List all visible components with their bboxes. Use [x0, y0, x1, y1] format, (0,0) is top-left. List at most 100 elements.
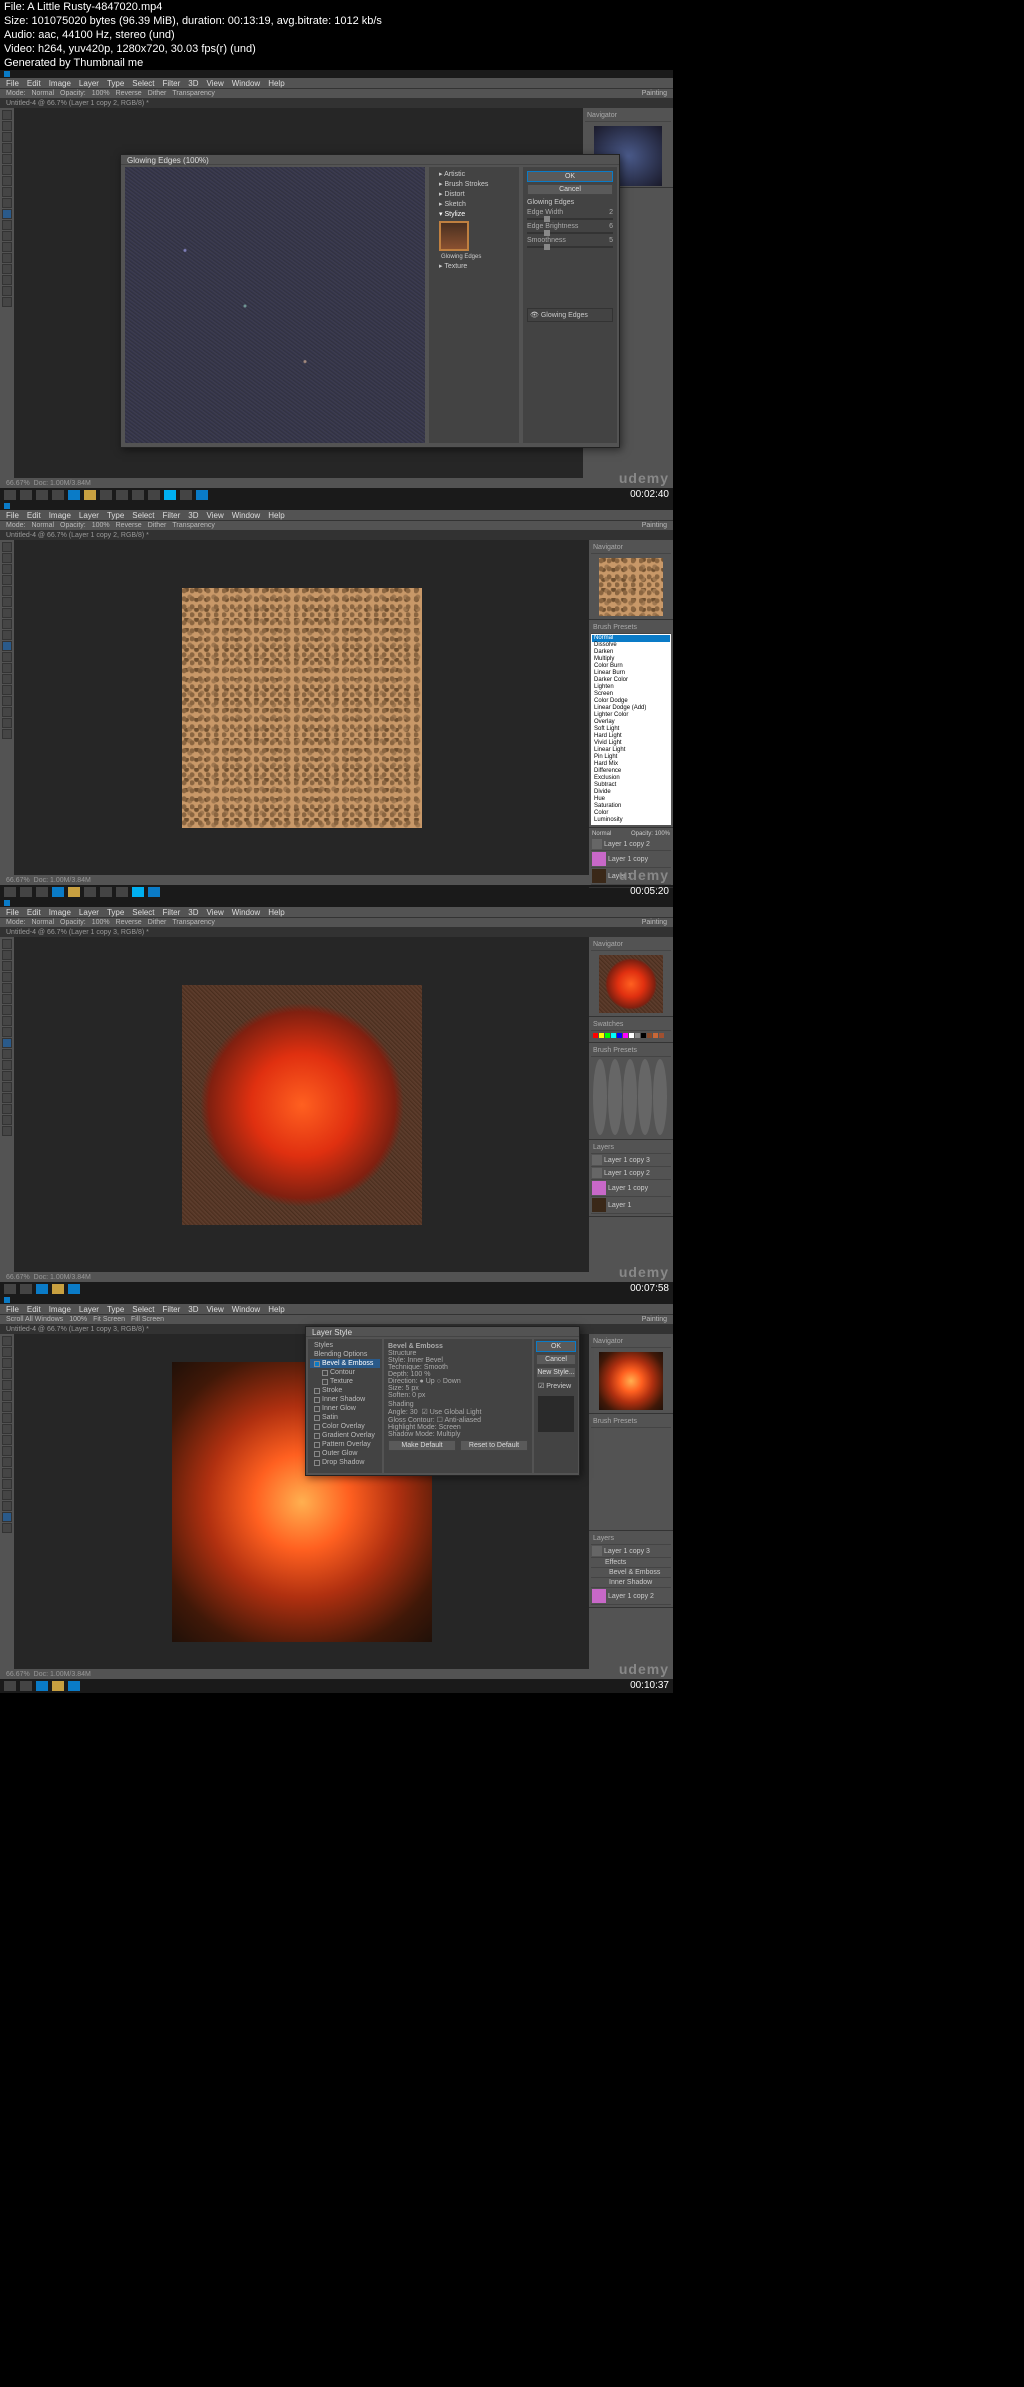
menu-view[interactable]: View — [207, 511, 224, 520]
blending-options[interactable]: Blending Options — [310, 1350, 380, 1359]
swatches-grid[interactable] — [591, 1031, 671, 1040]
blur-tool[interactable] — [2, 220, 12, 230]
inner-glow-item[interactable]: Inner Glow — [310, 1404, 380, 1413]
menubar[interactable]: FileEditImageLayerTypeSelectFilter3DView… — [0, 907, 673, 917]
blend-difference[interactable]: Difference — [592, 768, 670, 775]
explorer-icon[interactable] — [52, 1284, 64, 1294]
blend-multiply[interactable]: Multiply — [592, 656, 670, 663]
menu-type[interactable]: Type — [107, 79, 124, 88]
lasso-tool[interactable] — [2, 961, 12, 971]
brush-grid[interactable] — [591, 1428, 671, 1528]
path-tool[interactable] — [2, 1490, 12, 1500]
reverse-check[interactable]: Reverse — [116, 90, 142, 97]
eraser-tool[interactable] — [2, 630, 12, 640]
outer-glow-item[interactable]: Outer Glow — [310, 1449, 380, 1458]
direction-down[interactable]: ○ Down — [437, 1378, 461, 1385]
blend-color-burn[interactable]: Color Burn — [592, 663, 670, 670]
preview-check[interactable]: ☑ Preview — [536, 1380, 576, 1392]
menu-3d[interactable]: 3D — [188, 511, 198, 520]
layer-row[interactable]: Layer 1 copy — [591, 851, 671, 868]
edge-icon[interactable] — [36, 1681, 48, 1691]
blur-tool[interactable] — [2, 1049, 12, 1059]
style-select[interactable]: Inner Bevel — [407, 1357, 442, 1364]
hand-tool[interactable] — [2, 1115, 12, 1125]
shape-tool[interactable] — [2, 1104, 12, 1114]
skype-icon[interactable] — [164, 490, 176, 500]
global-light-check[interactable]: ☑ Use Global Light — [422, 1409, 482, 1416]
brush-tool[interactable] — [2, 176, 12, 186]
firefox-icon[interactable] — [116, 887, 128, 897]
menu-file[interactable]: File — [6, 79, 19, 88]
menu-view[interactable]: View — [207, 79, 224, 88]
make-default-button[interactable]: Make Default — [388, 1440, 456, 1451]
shape-tool[interactable] — [2, 1501, 12, 1511]
path-tool[interactable] — [2, 696, 12, 706]
workspace-switcher[interactable]: Painting — [642, 522, 667, 529]
brush-tool[interactable] — [2, 608, 12, 618]
blend-lighter-color[interactable]: Lighter Color — [592, 712, 670, 719]
edge-icon[interactable] — [52, 887, 64, 897]
gradient-overlay-item[interactable]: Gradient Overlay — [310, 1431, 380, 1440]
search-icon[interactable] — [20, 1681, 32, 1691]
crop-tool[interactable] — [2, 1380, 12, 1390]
chrome-icon[interactable] — [100, 887, 112, 897]
eyedropper-tool[interactable] — [2, 1391, 12, 1401]
dodge-tool[interactable] — [2, 663, 12, 673]
ok-button[interactable]: OK — [527, 171, 613, 182]
eye-icon[interactable]: 👁 — [530, 312, 539, 319]
hand-tool[interactable] — [2, 1512, 12, 1522]
eyedropper-tool[interactable] — [2, 597, 12, 607]
tree-sketch[interactable]: ▸ Sketch — [431, 199, 517, 209]
dither-check[interactable]: Dither — [148, 90, 167, 97]
menu-edit[interactable]: Edit — [27, 79, 41, 88]
start-icon[interactable] — [4, 887, 16, 897]
menu-filter[interactable]: Filter — [163, 511, 181, 520]
tree-brush-strokes[interactable]: ▸ Brush Strokes — [431, 179, 517, 189]
zoom-tool[interactable] — [2, 1126, 12, 1136]
canvas-area[interactable] — [14, 937, 589, 1272]
taskview-icon[interactable] — [36, 887, 48, 897]
gradient-tool[interactable] — [2, 1435, 12, 1445]
word-icon[interactable] — [148, 490, 160, 500]
blend-linear-dodge[interactable]: Linear Dodge (Add) — [592, 705, 670, 712]
type-tool[interactable] — [2, 253, 12, 263]
brush-icon[interactable] — [653, 1059, 667, 1135]
brush-icon[interactable] — [608, 1059, 622, 1135]
stamp-tool[interactable] — [2, 1016, 12, 1026]
tree-artistic[interactable]: ▸ Artistic — [431, 169, 517, 179]
menu-help[interactable]: Help — [268, 511, 284, 520]
blend-hard-light[interactable]: Hard Light — [592, 733, 670, 740]
document-tab[interactable]: Untitled-4 @ 66.7% (Layer 1 copy 3, RGB/… — [0, 927, 673, 937]
search-icon[interactable] — [20, 490, 32, 500]
zoom-tool[interactable] — [2, 297, 12, 307]
pen-tool[interactable] — [2, 1071, 12, 1081]
store-icon[interactable] — [84, 887, 96, 897]
blend-lighten[interactable]: Lighten — [592, 684, 670, 691]
store-icon[interactable] — [100, 490, 112, 500]
brush-grid[interactable] — [591, 1057, 671, 1137]
blend-mode-dropdown[interactable]: Normal Dissolve Darken Multiply Color Bu… — [591, 634, 671, 825]
contour-item[interactable]: Contour — [310, 1368, 380, 1377]
blend-divide[interactable]: Divide — [592, 789, 670, 796]
photoshop-task-icon[interactable] — [68, 1681, 80, 1691]
zoom-level[interactable]: 66.67% — [6, 480, 30, 487]
photoshop-task-icon[interactable] — [68, 1284, 80, 1294]
blend-darker-color[interactable]: Darker Color — [592, 677, 670, 684]
stamp-tool[interactable] — [2, 1413, 12, 1423]
start-icon[interactable] — [4, 1681, 16, 1691]
document-tab[interactable]: Untitled-4 @ 66.7% (Layer 1 copy 2, RGB/… — [0, 530, 673, 540]
blend-soft-light[interactable]: Soft Light — [592, 726, 670, 733]
layer-row[interactable]: Layer 1 copy — [591, 1180, 671, 1197]
styles-header[interactable]: Styles — [310, 1341, 380, 1350]
blend-linear-light[interactable]: Linear Light — [592, 747, 670, 754]
menu-window[interactable]: Window — [232, 79, 260, 88]
wand-tool[interactable] — [2, 972, 12, 982]
drop-shadow-item[interactable]: Drop Shadow — [310, 1458, 380, 1467]
eraser-tool[interactable] — [2, 1027, 12, 1037]
effect-layers[interactable]: 👁 Glowing Edges — [527, 308, 613, 322]
menu-select[interactable]: Select — [132, 79, 154, 88]
blend-luminosity[interactable]: Luminosity — [592, 817, 670, 824]
type-tool[interactable] — [2, 1082, 12, 1092]
layer-row[interactable]: Layer 1 copy 3 — [591, 1545, 671, 1558]
wand-tool[interactable] — [2, 143, 12, 153]
